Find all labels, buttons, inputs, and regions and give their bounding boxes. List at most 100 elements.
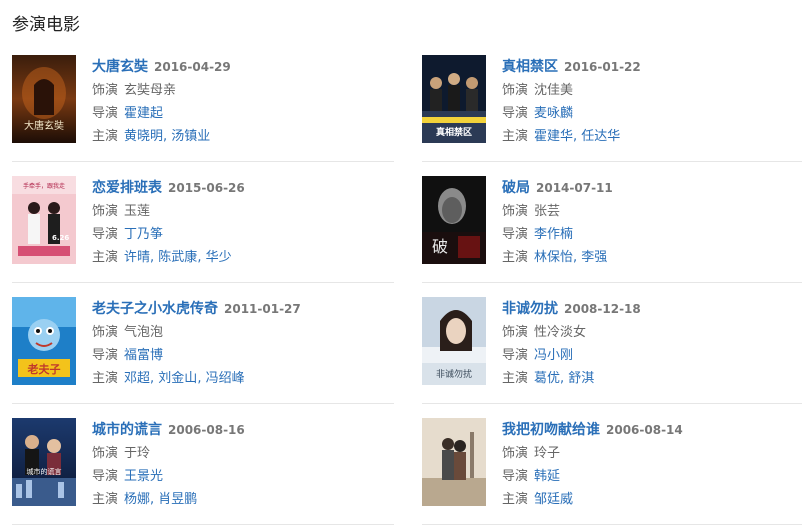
role-name: 玉莲 xyxy=(124,204,151,219)
role-label: 饰演 xyxy=(502,204,529,219)
release-date: 2006-08-16 xyxy=(168,423,245,437)
movie-card: 手牵手，跟我走 6.26 恋爱排班表 2015-06-26 饰演 玉莲 导演 丁乃筝 … xyxy=(12,176,392,265)
poster-title-text: 城市的谎言 xyxy=(27,467,62,476)
movie-title-link[interactable]: 我把初吻献给谁 xyxy=(502,422,600,438)
release-date: 2008-12-18 xyxy=(564,302,641,316)
movie-poster[interactable] xyxy=(422,418,486,506)
poster-title-text: 破 xyxy=(432,237,448,256)
cast-label: 主演 xyxy=(502,492,529,507)
role-name: 气泡泡 xyxy=(124,325,164,340)
director-link[interactable]: 韩延 xyxy=(534,469,560,484)
row-divider xyxy=(422,524,802,525)
section-title: 参演电影 xyxy=(12,15,80,35)
movie-title-link[interactable]: 大唐玄奘 xyxy=(92,59,148,75)
movie-card: 真相禁区 真相禁区 2016-01-22 饰演 沈佳美 导演 麦咏麟 主演 霍建华, 任… xyxy=(422,55,802,144)
director-label: 导演 xyxy=(92,227,119,242)
cast-label: 主演 xyxy=(92,492,119,507)
cast-label: 主演 xyxy=(502,250,529,265)
row-divider xyxy=(12,403,394,404)
poster-title-text: 非诚勿扰 xyxy=(436,368,472,380)
role-name: 玲子 xyxy=(534,446,561,461)
cast-link[interactable]: 冯绍峰 xyxy=(206,371,245,386)
cast-link[interactable]: 邓超 xyxy=(124,371,150,386)
release-date: 2014-07-11 xyxy=(536,181,613,195)
cast-link[interactable]: 邹廷威 xyxy=(534,492,573,507)
row-divider xyxy=(422,161,802,162)
role-name: 于玲 xyxy=(124,446,151,461)
cast-link[interactable]: 霍建华 xyxy=(534,129,573,144)
row-divider xyxy=(422,403,802,404)
director-label: 导演 xyxy=(92,106,119,121)
cast-link[interactable]: 葛优 xyxy=(534,371,560,386)
cast-link[interactable]: 杨娜 xyxy=(124,492,150,507)
row-divider xyxy=(422,282,802,283)
cast-label: 主演 xyxy=(92,250,119,265)
director-link[interactable]: 霍建起 xyxy=(124,106,163,121)
cast-link[interactable]: 陈武康 xyxy=(158,250,197,265)
poster-title-text: 手牵手，跟我走 xyxy=(23,182,65,190)
movie-title-link[interactable]: 真相禁区 xyxy=(502,59,558,75)
cast-link[interactable]: 林保怡 xyxy=(534,250,573,265)
cast-link[interactable]: 汤镇业 xyxy=(171,129,210,144)
role-label: 饰演 xyxy=(92,325,119,340)
movie-title-link[interactable]: 老夫子之小水虎传奇 xyxy=(92,301,218,317)
movie-poster[interactable]: 老夫子 xyxy=(12,297,76,385)
director-link[interactable]: 麦咏麟 xyxy=(534,106,573,121)
row-divider xyxy=(12,161,394,162)
director-link[interactable]: 王景光 xyxy=(124,469,163,484)
movie-poster[interactable]: 真相禁区 xyxy=(422,55,486,143)
director-link[interactable]: 福富博 xyxy=(124,348,163,363)
role-label: 饰演 xyxy=(92,204,119,219)
director-link[interactable]: 李作楠 xyxy=(534,227,573,242)
director-link[interactable]: 冯小刚 xyxy=(534,348,573,363)
row-divider xyxy=(12,282,394,283)
cast-label: 主演 xyxy=(92,371,119,386)
cast-link[interactable]: 肖昱鹏 xyxy=(158,492,197,507)
movie-card: 我把初吻献给谁 2006-08-14 饰演 玲子 导演 韩延 主演 邹廷威 xyxy=(422,418,802,507)
movie-card: 大唐玄奘 大唐玄奘 2016-04-29 饰演 玄奘母亲 导演 霍建起 主演 黄晓明, … xyxy=(12,55,392,144)
cast-link[interactable]: 刘金山 xyxy=(158,371,197,386)
poster-title-text: 老夫子 xyxy=(27,362,61,376)
cast-link[interactable]: 许晴 xyxy=(124,250,150,265)
movie-card: 非诚勿扰 非诚勿扰 2008-12-18 饰演 性冷淡女 导演 冯小刚 主演 葛优, 舒… xyxy=(422,297,802,386)
movie-poster[interactable]: 非诚勿扰 xyxy=(422,297,486,385)
movie-card: 城市的谎言 城市的谎言 2006-08-16 饰演 于玲 导演 王景光 主演 杨娜, 肖… xyxy=(12,418,392,507)
role-label: 饰演 xyxy=(502,446,529,461)
release-date: 2006-08-14 xyxy=(606,423,683,437)
cast-link[interactable]: 任达华 xyxy=(581,129,620,144)
movie-title-link[interactable]: 破局 xyxy=(502,180,530,196)
cast-link[interactable]: 黄晓明 xyxy=(124,129,163,144)
movie-title-link[interactable]: 恋爱排班表 xyxy=(92,180,162,196)
release-date: 2016-01-22 xyxy=(564,60,641,74)
movie-title-link[interactable]: 城市的谎言 xyxy=(92,422,162,438)
role-label: 饰演 xyxy=(502,325,529,340)
release-date: 2011-01-27 xyxy=(224,302,301,316)
movie-poster[interactable]: 大唐玄奘 xyxy=(12,55,76,143)
movie-poster[interactable]: 手牵手，跟我走 6.26 xyxy=(12,176,76,264)
director-link[interactable]: 丁乃筝 xyxy=(124,227,163,242)
cast-label: 主演 xyxy=(502,129,529,144)
role-name: 性冷淡女 xyxy=(534,325,587,340)
row-divider xyxy=(12,524,394,525)
release-date: 2016-04-29 xyxy=(154,60,231,74)
director-label: 导演 xyxy=(502,348,529,363)
movie-title-link[interactable]: 非诚勿扰 xyxy=(502,301,558,317)
cast-link[interactable]: 舒淇 xyxy=(568,371,594,386)
cast-label: 主演 xyxy=(502,371,529,386)
poster-date-text: 6.26 xyxy=(52,234,69,242)
movie-poster[interactable]: 破 xyxy=(422,176,486,264)
cast-link[interactable]: 华少 xyxy=(206,250,232,265)
director-label: 导演 xyxy=(502,106,529,121)
director-label: 导演 xyxy=(502,227,529,242)
role-label: 饰演 xyxy=(502,83,529,98)
role-name: 玄奘母亲 xyxy=(124,83,177,98)
release-date: 2015-06-26 xyxy=(168,181,245,195)
movie-poster[interactable]: 城市的谎言 xyxy=(12,418,76,506)
poster-title-text: 大唐玄奘 xyxy=(24,119,64,132)
role-label: 饰演 xyxy=(92,83,119,98)
director-label: 导演 xyxy=(92,348,119,363)
movie-card: 老夫子 老夫子之小水虎传奇 2011-01-27 饰演 气泡泡 导演 福富博 主演 邓超… xyxy=(12,297,392,386)
cast-link[interactable]: 李强 xyxy=(581,250,607,265)
poster-title-text: 真相禁区 xyxy=(436,126,472,138)
director-label: 导演 xyxy=(502,469,529,484)
